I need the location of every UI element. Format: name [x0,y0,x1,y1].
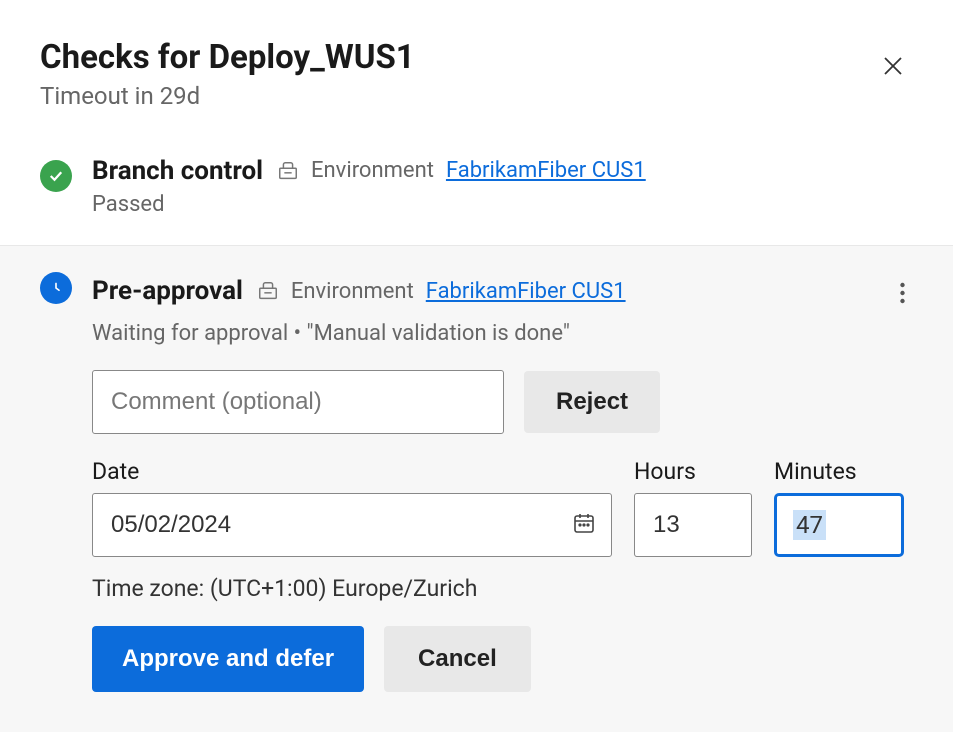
check-pass-icon [40,160,72,192]
check-pre-approval: Pre-approval Environment FabrikamFiber C… [0,245,953,732]
minutes-label: Minutes [774,458,904,485]
dialog-subtitle: Timeout in 29d [40,82,415,110]
hours-label: Hours [634,458,752,485]
reject-button[interactable]: Reject [524,371,660,433]
dialog-title: Checks for Deploy_WUS1 [40,38,415,78]
hours-input[interactable] [634,493,752,557]
date-input[interactable] [92,493,612,557]
environment-label: Environment [311,158,434,183]
check-title: Pre-approval [92,276,243,306]
timezone-text: Time zone: (UTC+1:00) Europe/Zurich [92,575,913,602]
dialog-header: Checks for Deploy_WUS1 Timeout in 29d [0,0,953,134]
environment-icon [277,160,299,182]
more-options-button[interactable] [892,274,913,315]
approve-defer-button[interactable]: Approve and defer [92,626,364,692]
comment-input[interactable] [92,370,504,434]
minutes-value: 47 [793,510,826,540]
clock-icon [40,272,72,304]
close-icon [881,66,905,81]
checks-dialog: Checks for Deploy_WUS1 Timeout in 29d Br… [0,0,953,732]
date-label: Date [92,458,612,485]
close-button[interactable] [873,46,913,89]
check-branch-control: Branch control Environment FabrikamFiber… [0,134,953,245]
environment-link[interactable]: FabrikamFiber CUS1 [446,158,646,183]
check-title: Branch control [92,156,263,186]
more-vertical-icon [900,292,905,307]
environment-link[interactable]: FabrikamFiber CUS1 [426,279,626,304]
minutes-input[interactable]: 47 [774,493,904,557]
check-status: Passed [92,192,913,217]
environment-icon [257,280,279,302]
check-status: Waiting for approval • "Manual validatio… [92,321,913,346]
cancel-button[interactable]: Cancel [384,626,531,692]
environment-label: Environment [291,279,414,304]
